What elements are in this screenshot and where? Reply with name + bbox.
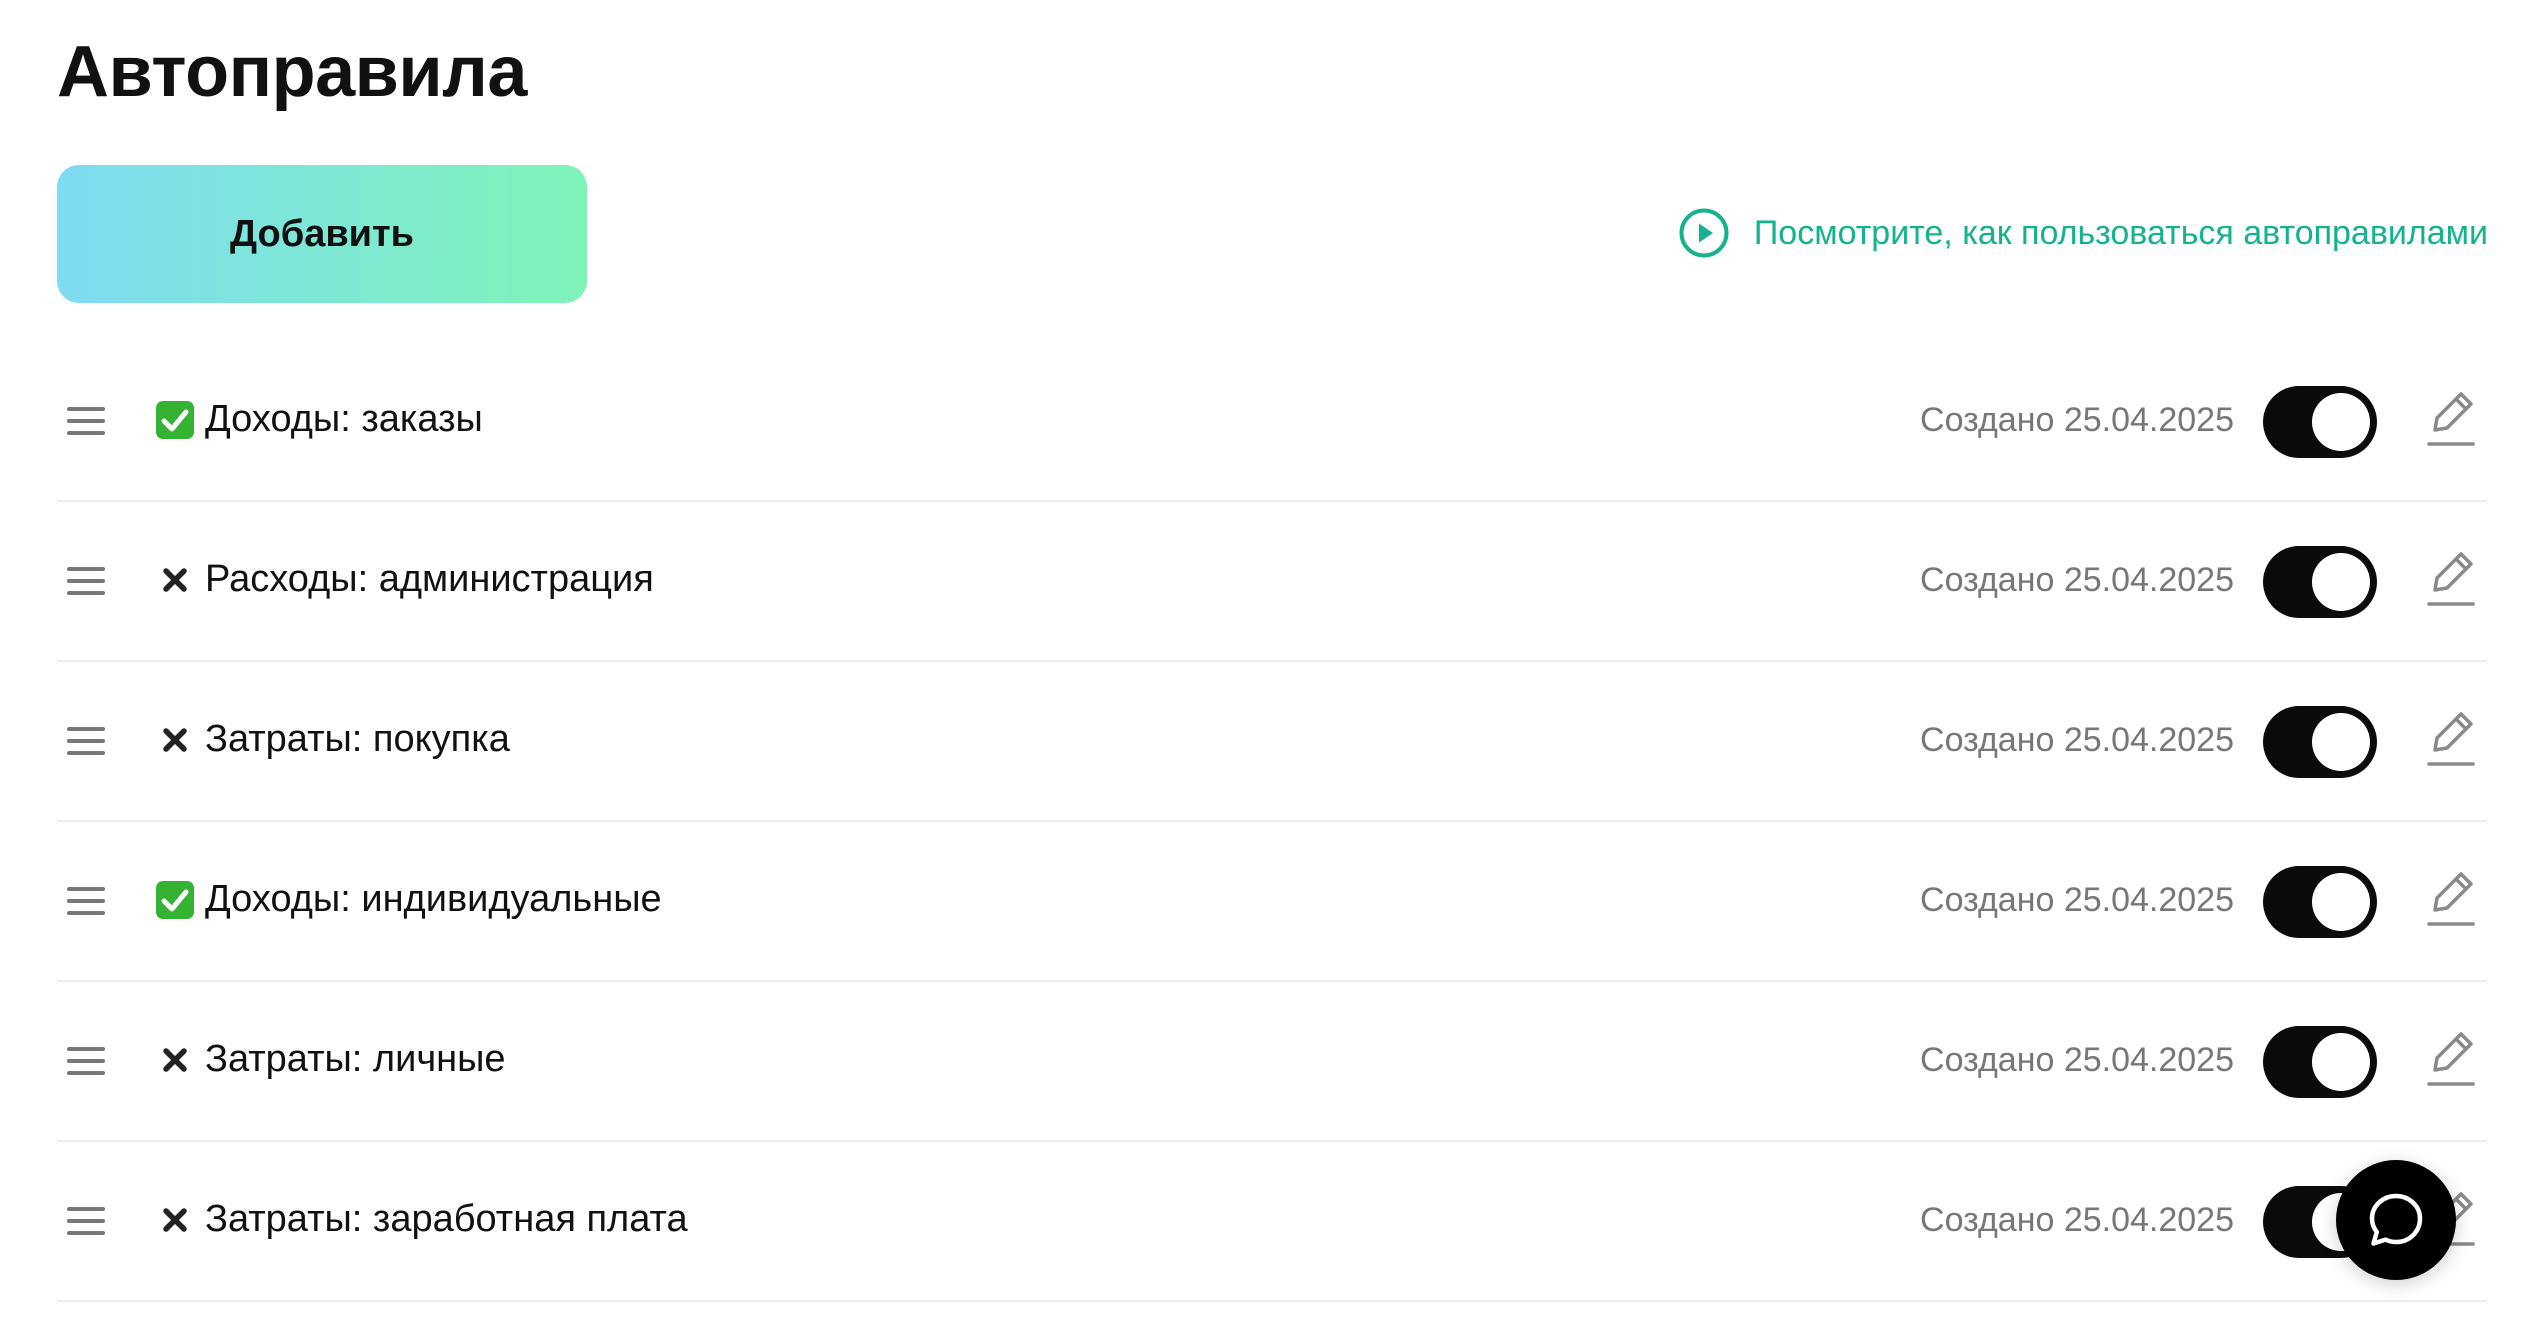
drag-handle-icon[interactable] (67, 1204, 105, 1238)
cross-mark-icon (163, 1048, 187, 1072)
created-date: Создано 25.04.2025 (1920, 1201, 2234, 1239)
rule-name: Затраты: личные (205, 1038, 506, 1080)
rule-row: Доходы: индивидуальные Создано 25.04.202… (57, 822, 2487, 982)
page-title: Автоправила (57, 32, 527, 112)
page: Автоправила Добавить Посмотрите, как пол… (0, 0, 2526, 1324)
pencil-icon[interactable] (2421, 380, 2481, 460)
toggle-knob (2312, 713, 2370, 771)
cross-mark-icon (163, 728, 187, 752)
help-link-label: Посмотрите, как пользоваться автоправила… (1753, 213, 2488, 252)
rule-row: Затраты: покупка Создано 25.04.2025 (57, 662, 2487, 822)
rule-name: Расходы: администрация (205, 558, 654, 600)
toggle-knob (2312, 873, 2370, 931)
drag-handle-icon[interactable] (67, 884, 105, 918)
pencil-icon[interactable] (2421, 700, 2481, 780)
cross-mark-icon (163, 568, 187, 592)
created-date: Создано 25.04.2025 (1920, 1041, 2234, 1079)
add-rule-button[interactable]: Добавить (57, 165, 587, 303)
created-date: Создано 25.04.2025 (1920, 561, 2234, 599)
toggle-knob (2312, 553, 2370, 611)
help-video-link[interactable]: Посмотрите, как пользоваться автоправила… (1678, 203, 2488, 263)
rule-row: Расходы: администрация Создано 25.04.202… (57, 502, 2487, 662)
rule-enabled-toggle[interactable] (2263, 866, 2377, 938)
chat-bubble-icon (2369, 1193, 2423, 1246)
drag-handle-icon[interactable] (67, 404, 105, 438)
created-date: Создано 25.04.2025 (1920, 401, 2234, 439)
rule-enabled-toggle[interactable] (2263, 1026, 2377, 1098)
play-circle-icon (1679, 208, 1729, 258)
rule-name: Затраты: заработная плата (205, 1198, 688, 1240)
rule-row: Доходы: заказы Создано 25.04.2025 (57, 342, 2487, 502)
rule-enabled-toggle[interactable] (2263, 546, 2377, 618)
created-date: Создано 25.04.2025 (1920, 881, 2234, 919)
rule-name: Затраты: покупка (205, 718, 510, 760)
drag-handle-icon[interactable] (67, 1044, 105, 1078)
toggle-knob (2312, 1033, 2370, 1091)
rules-list: Доходы: заказы Создано 25.04.2025 Расход… (57, 342, 2487, 1302)
created-date: Создано 25.04.2025 (1920, 721, 2234, 759)
rule-name: Доходы: заказы (205, 398, 483, 440)
rule-row: Затраты: заработная плата Создано 25.04.… (57, 1142, 2487, 1302)
check-mark-icon (156, 401, 194, 439)
toggle-knob (2312, 393, 2370, 451)
pencil-icon[interactable] (2421, 1020, 2481, 1100)
cross-mark-icon (163, 1208, 187, 1232)
drag-handle-icon[interactable] (67, 724, 105, 758)
rule-enabled-toggle[interactable] (2263, 386, 2377, 458)
check-mark-icon (156, 881, 194, 919)
rule-enabled-toggle[interactable] (2263, 706, 2377, 778)
drag-handle-icon[interactable] (67, 564, 105, 598)
pencil-icon[interactable] (2421, 860, 2481, 940)
pencil-icon[interactable] (2421, 540, 2481, 620)
chat-button[interactable] (2336, 1160, 2456, 1280)
rule-name: Доходы: индивидуальные (205, 878, 662, 920)
rule-row: Затраты: личные Создано 25.04.2025 (57, 982, 2487, 1142)
